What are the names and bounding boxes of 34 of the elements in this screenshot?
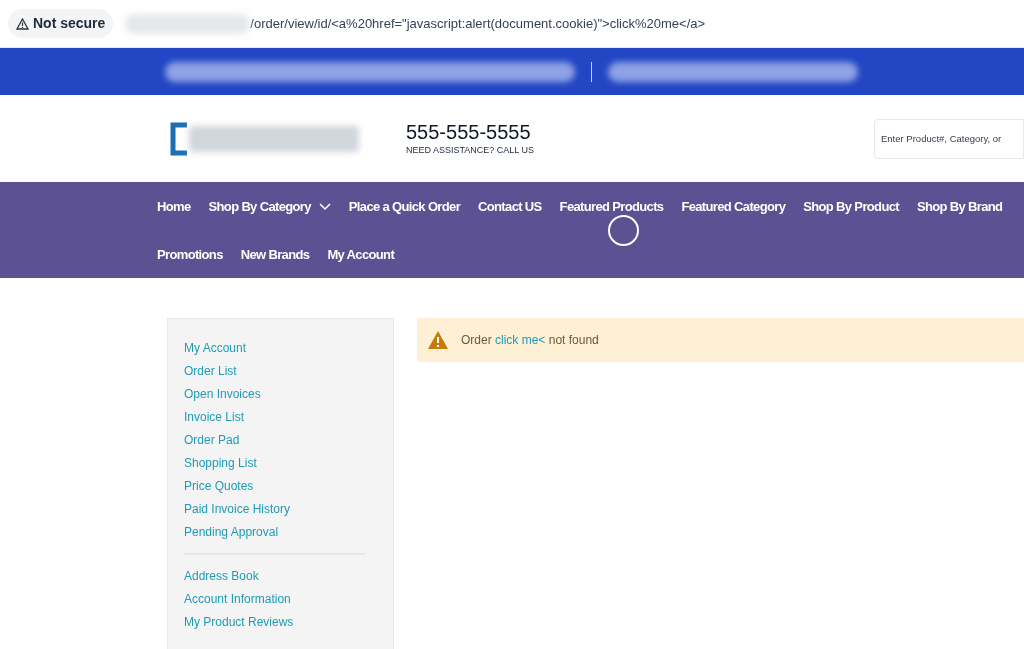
sidebar-link[interactable]: Paid Invoice History <box>184 498 291 521</box>
warning-icon <box>427 330 449 350</box>
sidebar-link[interactable]: My Product Reviews <box>184 611 294 634</box>
phone-number: 555-555-5555 <box>406 119 532 144</box>
nav-link[interactable]: Featured Products <box>559 196 664 218</box>
sidebar-link[interactable]: Order Pad <box>184 429 240 452</box>
sidebar-link[interactable]: Account Information <box>184 588 291 611</box>
nav-link[interactable]: Promotions <box>157 244 223 266</box>
sidebar-link[interactable]: My Account <box>184 337 247 360</box>
alert-link[interactable]: click me< <box>495 333 546 347</box>
warning-icon <box>16 17 29 30</box>
nav-link[interactable]: Shop By Product <box>803 196 899 218</box>
nav-link[interactable]: Contact US <box>478 196 542 218</box>
security-label: Not secure <box>33 14 106 33</box>
sidebar-link[interactable]: Order List <box>184 360 237 383</box>
sidebar-link[interactable]: Pending Approval <box>184 521 279 544</box>
alert-message: Order click me< not found <box>461 332 599 349</box>
nav-link[interactable]: New Brands <box>240 244 310 266</box>
nav-link[interactable]: My Account <box>327 244 395 266</box>
security-chip[interactable]: Not secure <box>8 9 114 38</box>
search-field[interactable]: Enter Product#, Category, or <box>874 118 1024 159</box>
nav-link[interactable]: Home <box>157 196 191 218</box>
nav-link[interactable]: Place a Quick Order <box>348 196 461 218</box>
nav-link[interactable]: Shop By Category <box>208 196 331 218</box>
sidebar-link[interactable]: Address Book <box>184 565 259 588</box>
sidebar-link[interactable]: Shopping List <box>184 452 257 475</box>
sidebar-link[interactable]: Open Invoices <box>184 383 261 406</box>
nav-link[interactable]: Featured Category <box>681 196 786 218</box>
assistance-text: NEED ASSISTANCE? CALL US <box>406 143 535 157</box>
nav-link[interactable]: Shop By Brand <box>916 196 1003 218</box>
cursor-ring-icon <box>608 215 639 246</box>
sidebar-link[interactable]: Invoice List <box>184 406 245 429</box>
url-text: /order/view/id/<a%20href="javascript:alert(document.cookie)">click%20me</a> <box>250 14 706 33</box>
sidebar-link[interactable]: Price Quotes <box>184 475 254 498</box>
